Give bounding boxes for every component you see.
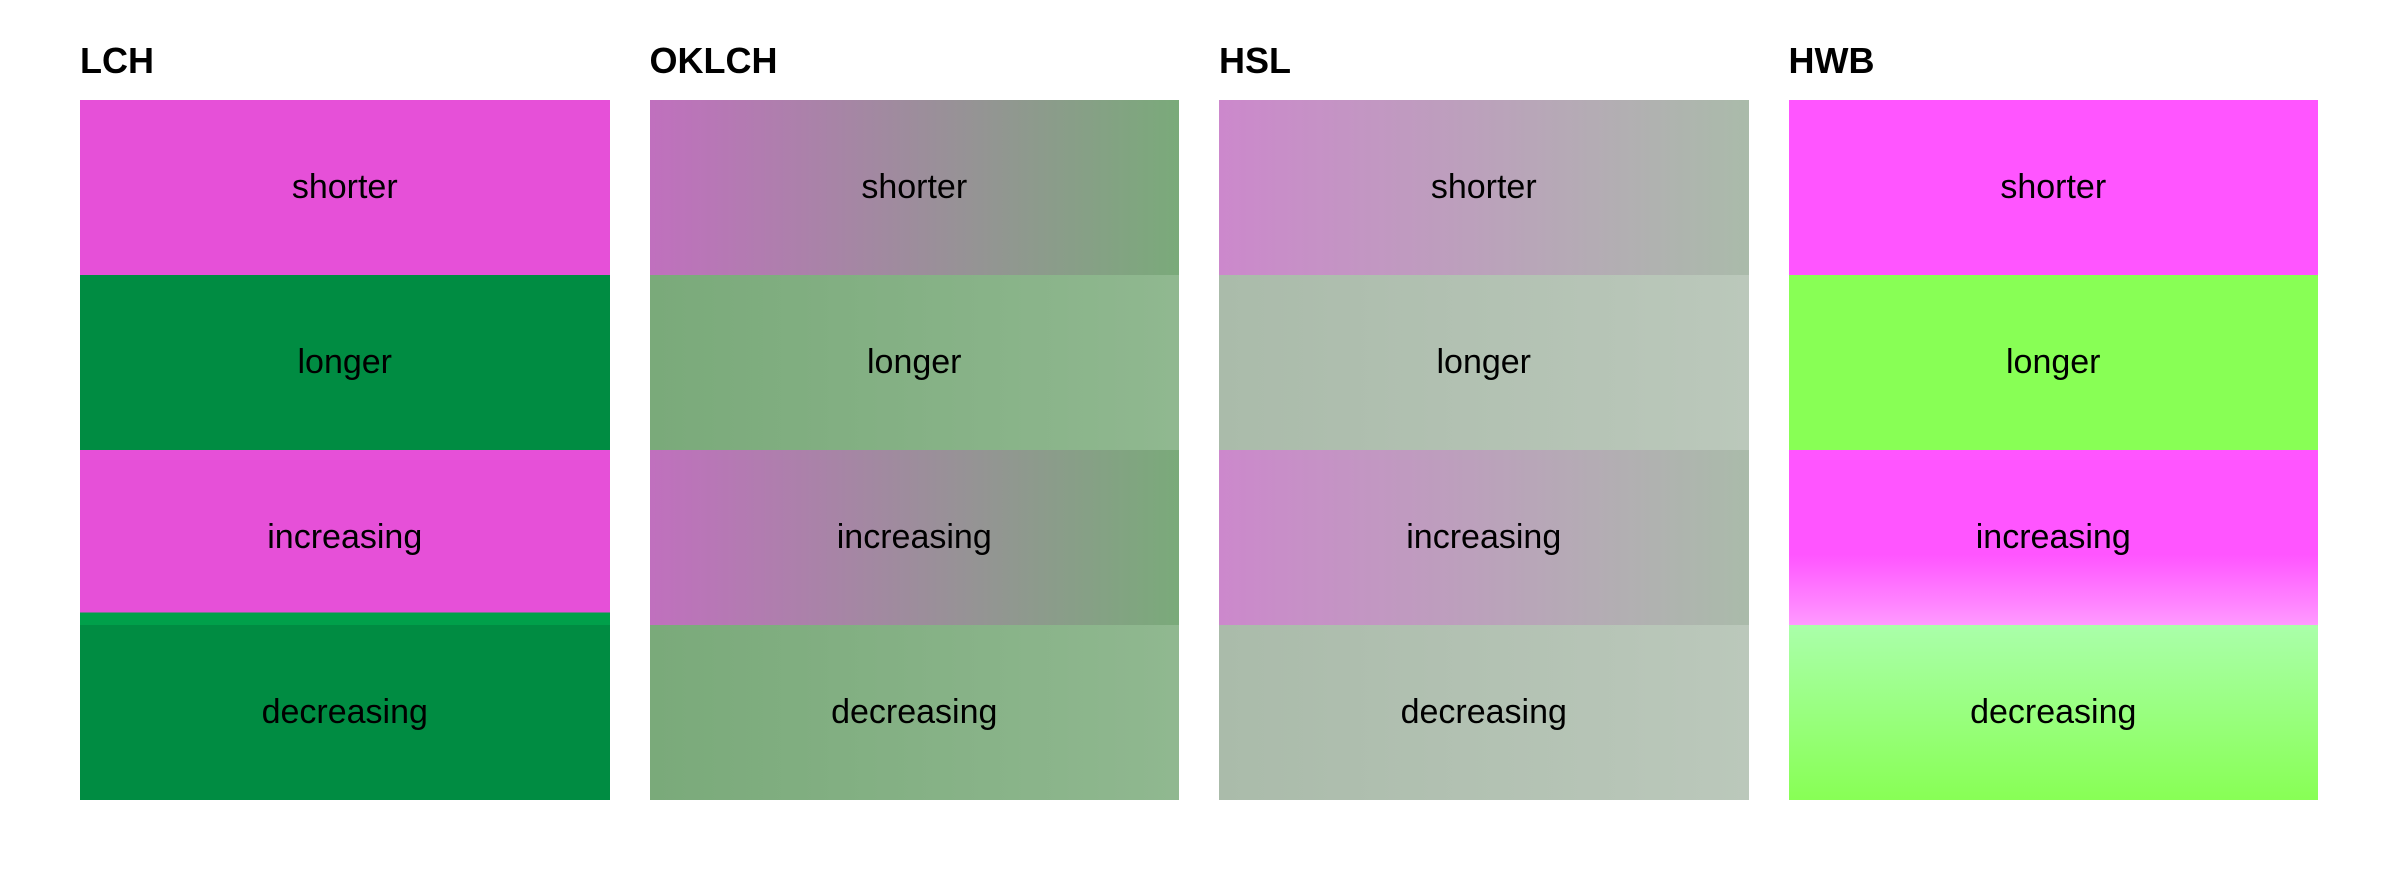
group-hwb: HWB shorter longer increasing decreasing xyxy=(1769,40,2339,800)
card-hwb: shorter longer increasing decreasing xyxy=(1789,100,2319,800)
title-oklch: OKLCH xyxy=(650,40,1180,82)
label-oklch-shorter: shorter xyxy=(861,168,967,207)
segment-oklch-increasing: increasing xyxy=(650,450,1180,625)
segment-hwb-decreasing: decreasing xyxy=(1789,625,2319,800)
segment-lch-longer: longer xyxy=(80,275,610,450)
label-hwb-longer: longer xyxy=(2006,343,2101,382)
group-hsl: HSL shorter longer increasing decreasing xyxy=(1199,40,1769,800)
segment-hsl-decreasing: decreasing xyxy=(1219,625,1749,800)
title-hsl: HSL xyxy=(1219,40,1749,82)
label-lch-longer: longer xyxy=(297,343,392,382)
card-lch: shorter longer increasing decreasing xyxy=(80,100,610,800)
card-hsl: shorter longer increasing decreasing xyxy=(1219,100,1749,800)
label-oklch-longer: longer xyxy=(867,343,962,382)
label-lch-decreasing: decreasing xyxy=(262,693,428,732)
label-lch-increasing: increasing xyxy=(267,518,422,557)
card-oklch: shorter longer increasing decreasing xyxy=(650,100,1180,800)
segment-hwb-shorter: shorter xyxy=(1789,100,2319,275)
label-hsl-increasing: increasing xyxy=(1406,518,1561,557)
label-hsl-decreasing: decreasing xyxy=(1401,693,1567,732)
label-hwb-increasing: increasing xyxy=(1976,518,2131,557)
label-hwb-shorter: shorter xyxy=(2000,168,2106,207)
label-oklch-decreasing: decreasing xyxy=(831,693,997,732)
label-hsl-shorter: shorter xyxy=(1431,168,1537,207)
label-lch-shorter: shorter xyxy=(292,168,398,207)
label-hsl-longer: longer xyxy=(1436,343,1531,382)
group-lch: LCH shorter longer increasing decreasing xyxy=(60,40,630,800)
segment-hsl-longer: longer xyxy=(1219,275,1749,450)
segment-hsl-shorter: shorter xyxy=(1219,100,1749,275)
segment-hsl-increasing: increasing xyxy=(1219,450,1749,625)
group-oklch: OKLCH shorter longer increasing decreasing xyxy=(630,40,1200,800)
segment-oklch-shorter: shorter xyxy=(650,100,1180,275)
segment-lch-decreasing: decreasing xyxy=(80,625,610,800)
label-oklch-increasing: increasing xyxy=(837,518,992,557)
segment-hwb-increasing: increasing xyxy=(1789,450,2319,625)
segment-oklch-decreasing: decreasing xyxy=(650,625,1180,800)
segment-lch-increasing: increasing xyxy=(80,450,610,625)
segment-lch-shorter: shorter xyxy=(80,100,610,275)
title-lch: LCH xyxy=(80,40,610,82)
title-hwb: HWB xyxy=(1789,40,2319,82)
label-hwb-decreasing: decreasing xyxy=(1970,693,2136,732)
segment-hwb-longer: longer xyxy=(1789,275,2319,450)
page-layout: LCHshorterlongerincreasingdecreasingOKLC… xyxy=(60,40,2338,800)
segment-oklch-longer: longer xyxy=(650,275,1180,450)
